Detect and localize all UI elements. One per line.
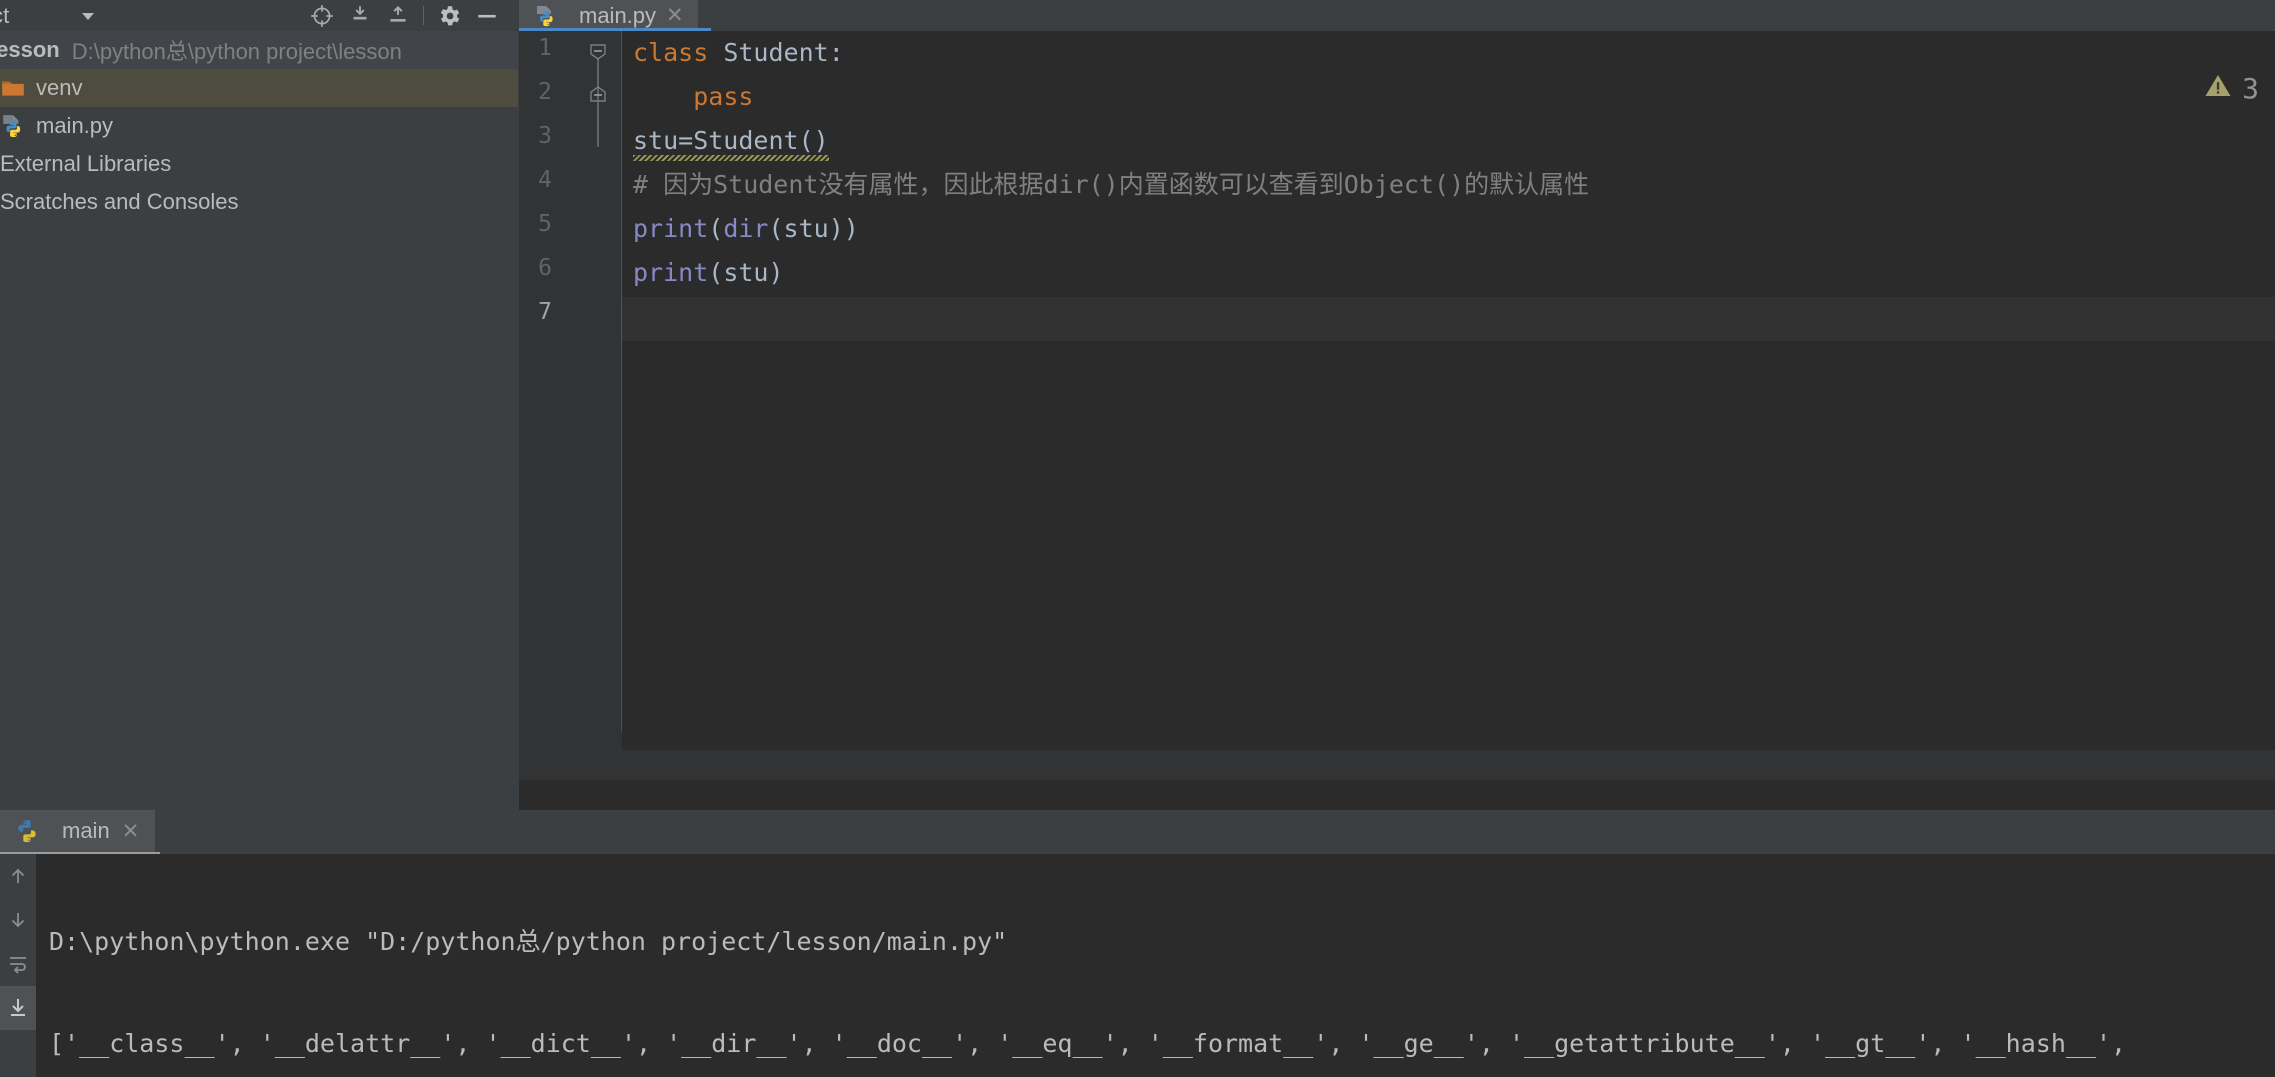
code-line-3: stu=Student()	[633, 119, 829, 163]
token-keyword: pass	[693, 82, 754, 111]
project-tool-window: oject	[0, 0, 518, 810]
tree-row-lesson[interactable]: lesson D:\python总\python project\lesson	[0, 31, 518, 69]
down-arrow-icon[interactable]	[0, 898, 36, 942]
line-number: 5	[538, 211, 552, 237]
fold-end-icon[interactable]	[587, 84, 609, 106]
token-classname: Student	[723, 38, 829, 67]
code-line-5: print(dir(stu))	[633, 207, 859, 251]
project-tool-window-title: oject	[0, 2, 10, 28]
gear-icon[interactable]	[430, 0, 468, 31]
token-builtin: print	[633, 258, 709, 287]
folder-icon	[0, 75, 26, 101]
console-line: D:\python\python.exe "D:/python总/python …	[49, 927, 1008, 956]
project-toolbar-icons	[303, 0, 506, 31]
line-number: 7	[538, 299, 552, 325]
python-file-icon	[533, 3, 559, 29]
soft-wrap-icon[interactable]	[0, 942, 36, 986]
editor-area: main.py ✕ 1 2 3 4 5 6 7 class Student: p…	[519, 0, 2275, 810]
token-comment: # 因为Student没有属性，因此根据dir()内置函数可以查看到Object…	[633, 170, 1590, 199]
tree-row-scratches-and-consoles[interactable]: Scratches and Consoles	[0, 183, 518, 221]
run-tool-window: main ✕ D:\python\python.exe "D:/python总/…	[0, 810, 2275, 1077]
toolbar-separator	[423, 6, 424, 25]
line-number: 3	[538, 123, 552, 149]
line-number: 2	[538, 79, 552, 105]
project-toolbar: oject	[0, 0, 518, 31]
token-builtin: dir	[723, 214, 769, 243]
token-paren: (stu)	[708, 258, 784, 287]
editor-tab-label: main.py	[579, 2, 657, 28]
code-line-6: print(stu)	[633, 251, 784, 295]
project-tree[interactable]: lesson D:\python总\python project\lesson …	[0, 31, 518, 810]
tree-row-external-libraries[interactable]: External Libraries	[0, 145, 518, 183]
run-tabbar: main ✕	[0, 810, 2275, 855]
editor-bottom-strip	[519, 750, 2275, 780]
scroll-to-end-icon[interactable]	[0, 986, 36, 1030]
editor-gutter[interactable]: 1 2 3 4 5 6 7	[519, 31, 622, 780]
editor-tabbar: main.py ✕	[519, 0, 2275, 32]
token-builtin: print	[633, 214, 709, 243]
python-file-icon	[0, 113, 26, 139]
token-colon: :	[828, 38, 844, 67]
warning-count: 3	[2242, 72, 2259, 105]
chevron-down-icon[interactable]	[75, 0, 101, 31]
tree-row-label: Scratches and Consoles	[0, 189, 239, 214]
run-tab-label: main	[62, 818, 110, 843]
code-line-1: class Student:	[633, 31, 844, 75]
code-editor[interactable]: 1 2 3 4 5 6 7 class Student: pass stu=St…	[519, 31, 2275, 780]
minimize-icon[interactable]	[468, 0, 506, 31]
token-assignment: stu=Student()	[633, 126, 829, 155]
run-console-output[interactable]: D:\python\python.exe "D:/python总/python …	[36, 854, 2275, 1077]
close-icon[interactable]: ✕	[122, 821, 140, 842]
run-sidebar-toolbar	[0, 854, 36, 1077]
tree-row-label: main.py	[36, 113, 114, 138]
editor-tab-main-py[interactable]: main.py ✕	[519, 0, 698, 31]
tree-row-label: lesson	[0, 37, 60, 62]
locate-target-icon[interactable]	[303, 0, 341, 31]
token-paren: (stu))	[768, 214, 859, 243]
weak-warning-squiggle	[633, 155, 829, 161]
code-line-2: pass	[633, 75, 753, 119]
python-icon	[14, 818, 40, 844]
token-keyword: class	[633, 38, 709, 67]
editor-bottom-gutter	[519, 750, 622, 780]
tree-row-label: venv	[36, 75, 83, 100]
run-tab-main[interactable]: main ✕	[0, 810, 156, 852]
tree-row-path: D:\python总\python project\lesson	[71, 39, 402, 64]
fold-collapse-icon[interactable]	[587, 40, 609, 62]
close-icon[interactable]: ✕	[666, 5, 684, 26]
up-arrow-icon[interactable]	[0, 854, 36, 898]
warning-triangle-icon	[2203, 71, 2233, 106]
token-paren: (	[708, 214, 724, 243]
code-text[interactable]: class Student: pass stu=Student() # 因为St…	[622, 31, 2275, 780]
line-number: 1	[538, 35, 552, 61]
tree-row-venv[interactable]: venv	[0, 69, 518, 107]
tree-row-label: External Libraries	[0, 151, 172, 176]
status-badge[interactable]: 3	[2203, 71, 2259, 106]
expand-all-icon[interactable]	[379, 0, 417, 31]
line-number: 4	[538, 167, 552, 193]
line-number: 6	[538, 255, 552, 281]
code-line-4: # 因为Student没有属性，因此根据dir()内置函数可以查看到Object…	[633, 163, 1589, 207]
tree-row-main-py[interactable]: main.py	[0, 107, 518, 145]
console-line: ['__class__', '__delattr__', '__dict__',…	[49, 1029, 2127, 1058]
collapse-all-icon[interactable]	[341, 0, 379, 31]
pycharm-window: oject	[0, 0, 2275, 1077]
